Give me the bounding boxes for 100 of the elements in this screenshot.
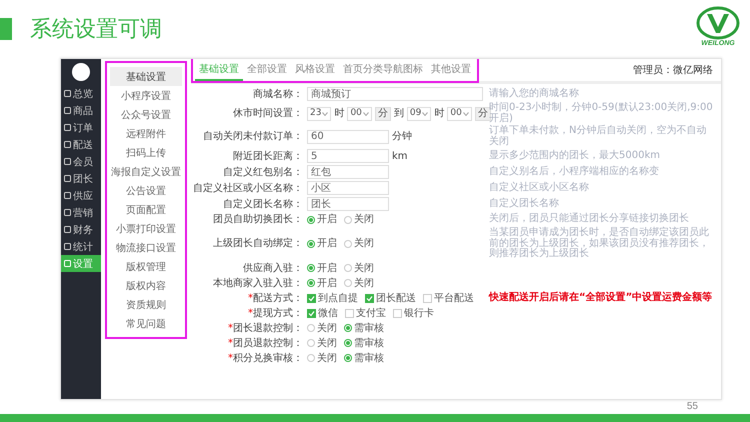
submenu-item[interactable]: 小票打印设置 [110,219,182,238]
radio-button[interactable] [344,324,352,332]
hint-text: 订单下单未付款，N分钟后自动关闭，空为不自动关闭 [489,126,708,147]
unit-label: 时 [334,107,344,120]
checkbox[interactable] [307,294,316,302]
checkbox[interactable] [365,294,374,302]
radio-button[interactable] [344,240,352,248]
submenu-item[interactable]: 公众号设置 [110,105,182,124]
logo-icon [696,6,740,40]
field-label: 休市时间设置： [233,107,303,120]
submenu-item[interactable]: 资质规则 [110,295,182,314]
checkbox[interactable] [345,308,354,318]
option-label: 银行卡 [404,306,434,320]
option-label: 开启 [317,262,337,274]
accent-bar [0,18,12,40]
radio-button[interactable] [344,264,352,272]
field-label: 自定义社区或小区名称： [193,182,303,194]
text-input[interactable]: 商城预订 [307,87,483,101]
field-label: 团员自助切换团长： [213,213,303,226]
square-icon [64,175,71,182]
submenu-item[interactable]: 远程附件 [110,124,182,143]
option-label: 需审核 [354,336,384,350]
unit-addon: 分 [374,106,391,120]
checkbox[interactable] [307,308,316,318]
sidebar-item[interactable]: 配送 [61,136,101,153]
option-label: 微信 [318,306,338,320]
sidebar-item[interactable]: 营销 [61,204,101,221]
field-label: 上级团长自动绑定： [213,237,303,250]
checkbox[interactable] [423,294,432,302]
field-label: 供应商入驻： [243,262,303,274]
time-select[interactable]: 23 [307,106,332,120]
submenu-item[interactable]: 物流接口设置 [110,238,182,257]
time-select[interactable]: 09 [406,106,432,120]
square-icon [64,158,71,165]
avatar [72,63,90,81]
tab[interactable]: 首页分类导航图标 [339,59,427,81]
radio-button[interactable] [307,324,315,332]
radio-button[interactable] [307,279,315,287]
sidebar-item[interactable]: 财务 [61,221,101,238]
option-label: 支付宝 [356,306,386,320]
submenu-item[interactable]: 常见问题 [110,314,182,333]
sidebar-item[interactable]: 订单 [61,119,101,136]
radio-button[interactable] [307,264,315,272]
field-label: 自动关闭未付款订单： [203,130,303,143]
sidebar-item[interactable]: 商品 [61,102,101,119]
submenu-item[interactable]: 版权管理 [110,257,182,276]
hint-text: 当某团员申请成为团长时，是否自动绑定该团员此前的团长为上级团长，如果该团员没有推荐团长，则推荐团长为上级团长 [489,228,710,260]
text-input[interactable]: 5 [307,149,389,163]
submenu-item[interactable]: 版权内容 [110,276,182,295]
hint-text: 显示多少范围内的团长，最大5000km [489,150,661,162]
unit-label: km [392,150,408,162]
option-label: 需审核 [354,352,384,364]
hint-text: 自定义别名后，小程序端相应的名称变 [489,166,660,178]
time-select[interactable]: 00 [447,106,472,120]
submenu-item[interactable]: 小程序设置 [110,86,182,105]
square-icon [64,107,71,114]
text-input[interactable]: 60 [307,130,389,144]
field-label: 自定义红包别名： [223,166,303,178]
required-mark: * [248,292,253,304]
field-label: 配送方式： [253,292,303,304]
sidebar-item[interactable]: 供应 [61,187,101,204]
option-label: 开启 [317,237,337,250]
option-label: 需审核 [354,322,384,334]
tab[interactable]: 全部设置 [243,59,291,81]
submenu-item[interactable]: 海报自定义设置 [110,162,182,181]
checkbox[interactable] [393,308,402,318]
tab[interactable]: 其他设置 [427,59,475,81]
square-icon [64,260,71,267]
required-mark: * [228,352,233,364]
field-label: 团员退款控制： [233,336,303,350]
radio-button[interactable] [344,339,352,347]
radio-button[interactable] [307,216,315,224]
square-icon [64,124,71,131]
radio-button[interactable] [307,339,315,347]
submenu-item[interactable]: 页面配置 [110,200,182,219]
radio-button[interactable] [307,240,315,248]
tab[interactable]: 风格设置 [291,59,339,81]
option-label: 关闭 [317,322,337,334]
caret-icon [422,112,428,116]
radio-button[interactable] [344,354,352,362]
text-input[interactable]: 红包 [307,165,389,179]
radio-button[interactable] [344,279,352,287]
submenu-item[interactable]: 扫码上传 [110,143,182,162]
option-label: 开启 [317,213,337,226]
page-number: 55 [686,401,698,414]
hint-text: 时间0-23小时制，分钟0-59(默认23:00关闭,9:00开启) [489,103,714,124]
field-label: 商城名称： [253,88,303,100]
submenu-item[interactable]: 基础设置 [110,67,182,86]
field-label: 积分兑换审核： [233,352,303,364]
time-select[interactable]: 00 [347,106,372,120]
sidebar-item[interactable]: 统计 [61,238,101,255]
sidebar-item[interactable]: 团长 [61,170,101,187]
radio-button[interactable] [344,216,352,224]
square-icon [64,209,71,216]
submenu-item[interactable]: 公告设置 [110,181,182,200]
sidebar-item[interactable]: 会员 [61,153,101,170]
sidebar-item[interactable]: 总览 [61,85,101,102]
text-input[interactable]: 小区 [307,181,389,195]
text-input[interactable]: 团长 [307,197,389,211]
radio-button[interactable] [307,354,315,362]
